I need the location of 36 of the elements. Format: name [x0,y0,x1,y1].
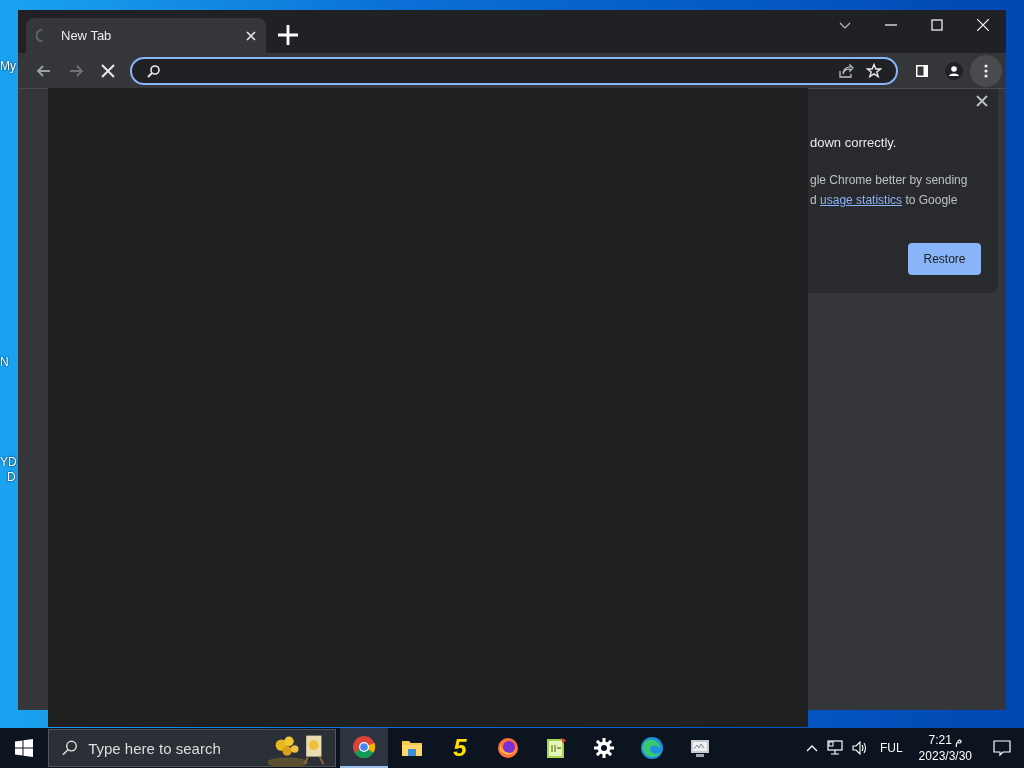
star-icon[interactable] [866,62,883,79]
settings-icon [592,736,616,760]
fox-globe-icon [496,736,520,760]
stop-icon[interactable] [98,61,117,80]
browser-tab[interactable]: New Tab [26,18,266,53]
taskbar-app-button[interactable]: 5 [436,728,484,768]
tab-title: New Tab [60,28,113,43]
bubble-text: d [810,193,817,207]
notepad-icon [544,736,568,760]
windows-logo-icon[interactable] [15,739,33,757]
search-icon [145,62,162,79]
bubble-heading: down correctly. [810,135,898,150]
maximize-icon[interactable] [931,19,943,31]
language-indicator[interactable]: FUL [871,741,911,755]
new-tab-plus-icon[interactable] [278,25,298,45]
taskbar-app-button[interactable] [340,728,388,768]
search-input[interactable]: Type here to search [86,738,261,758]
bubble-text: gle Chrome better by sending [810,172,969,189]
chevron-up-icon[interactable] [805,744,818,752]
profile-icon[interactable] [945,61,964,80]
network-icon[interactable] [826,740,845,756]
taskbar-search-field[interactable]: Type here to search [48,729,336,767]
notification-icon[interactable] [993,739,1011,757]
address-bar[interactable] [129,56,899,85]
menu-button[interactable] [970,54,1002,87]
clock-time[interactable]: 7:21 م [918,732,972,748]
bubble-text: to Google [905,193,958,207]
chrome-icon [352,735,376,759]
speaker-icon[interactable] [851,741,868,755]
wave-globe-icon [640,736,664,760]
search-icon [61,739,79,757]
close-icon[interactable] [976,95,988,107]
restore-button[interactable]: Restore [908,243,981,275]
share-icon[interactable] [838,62,855,79]
clock-date[interactable]: 2023/3/30 [918,748,972,764]
usage-statistics-link[interactable]: usage statistics [820,193,903,207]
